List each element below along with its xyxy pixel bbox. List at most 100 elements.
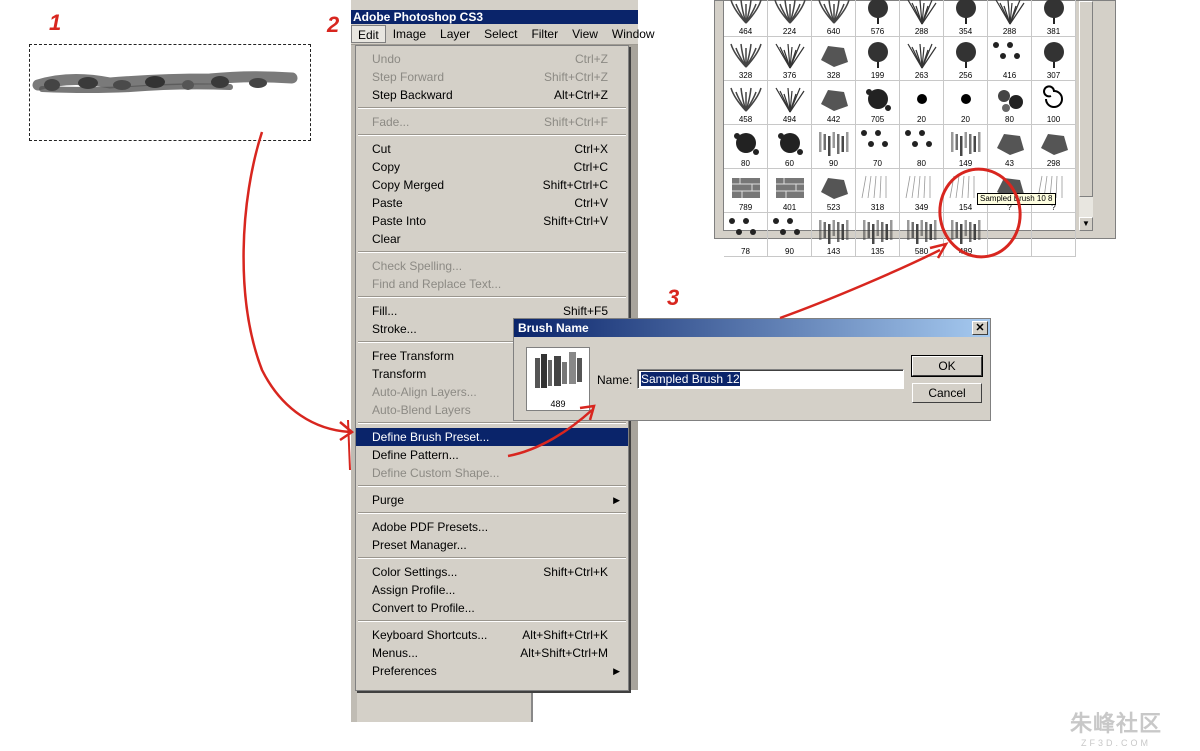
brush-preset-cell[interactable]: 458 bbox=[724, 81, 768, 125]
menu-layer[interactable]: Layer bbox=[433, 24, 477, 44]
menu-item-define-pattern[interactable]: Define Pattern... bbox=[356, 446, 628, 464]
brush-preset-cell[interactable]: 328 bbox=[812, 37, 856, 81]
brush-preset-cell[interactable]: 90 bbox=[768, 213, 812, 257]
brush-dots-icon bbox=[993, 42, 1020, 59]
menu-item-menus[interactable]: Menus... Alt+Shift+Ctrl+M bbox=[356, 644, 628, 662]
brush-preset-cell[interactable]: 135 bbox=[856, 213, 900, 257]
scrollbar[interactable]: ▼ bbox=[1079, 1, 1093, 231]
menu-item-convert-to-profile[interactable]: Convert to Profile... bbox=[356, 599, 628, 617]
brush-preset-cell[interactable]: 143 bbox=[812, 213, 856, 257]
brush-preset-cell[interactable]: 20 bbox=[944, 81, 988, 125]
menu-item-color-settings[interactable]: Color Settings... Shift+Ctrl+K bbox=[356, 563, 628, 581]
brush-rock-icon bbox=[821, 178, 848, 199]
brush-name-input[interactable]: Sampled Brush 12 bbox=[637, 369, 904, 389]
brush-preset-cell[interactable]: 442 bbox=[812, 81, 856, 125]
brush-preset-cell[interactable]: 401 bbox=[768, 169, 812, 213]
brush-preset-cell[interactable]: 580 bbox=[900, 213, 944, 257]
scrollbar-thumb[interactable] bbox=[1079, 1, 1093, 197]
menu-item-fade: Fade... Shift+Ctrl+F bbox=[356, 113, 628, 131]
brush-preset-cell[interactable]: 78 bbox=[724, 213, 768, 257]
brush-preset-cell[interactable]: 288 bbox=[988, 0, 1032, 37]
brush-size-label: 328 bbox=[826, 71, 841, 80]
brush-preset-cell[interactable]: 705 bbox=[856, 81, 900, 125]
brush-preset-cell[interactable]: 70 bbox=[856, 125, 900, 169]
menu-image[interactable]: Image bbox=[386, 24, 433, 44]
menu-select[interactable]: Select bbox=[477, 24, 524, 44]
brush-preset-cell[interactable]: 154 bbox=[944, 169, 988, 213]
brush-preset-cell[interactable]: 349 bbox=[900, 169, 944, 213]
scroll-down-arrow-icon[interactable]: ▼ bbox=[1079, 217, 1093, 231]
brush-preset-cell[interactable]: 80 bbox=[900, 125, 944, 169]
brush-preset-cell[interactable]: 307 bbox=[1032, 37, 1076, 81]
step-number-2: 2 bbox=[327, 12, 340, 37]
brush-rock-icon bbox=[997, 134, 1024, 155]
brush-preset-cell[interactable]: 224 bbox=[768, 0, 812, 37]
brush-preset-cell[interactable]: 489 bbox=[944, 213, 988, 257]
menu-item-adobe-pdf-presets[interactable]: Adobe PDF Presets... bbox=[356, 518, 628, 536]
brush-size-label: 523 bbox=[826, 203, 841, 212]
brush-preset-cell[interactable]: 263 bbox=[900, 37, 944, 81]
menu-edit[interactable]: Edit bbox=[351, 25, 386, 43]
brush-grass-icon bbox=[907, 0, 937, 25]
menu-item-step-backward[interactable]: Step Backward Alt+Ctrl+Z bbox=[356, 86, 628, 104]
brush-preset-cell[interactable]: 43 bbox=[988, 125, 1032, 169]
brush-preset-cell[interactable]: 328 bbox=[724, 37, 768, 81]
menu-filter[interactable]: Filter bbox=[524, 24, 565, 44]
menu-item-step-forward: Step Forward Shift+Ctrl+Z bbox=[356, 68, 628, 86]
brush-preset-cell[interactable]: 376 bbox=[768, 37, 812, 81]
brush-preset-cell[interactable]: 20 bbox=[900, 81, 944, 125]
brush-plant-icon bbox=[730, 0, 762, 24]
brush-preset-cell[interactable]: 90 bbox=[812, 125, 856, 169]
brush-preset-cell[interactable]: 576 bbox=[856, 0, 900, 37]
brush-preset-cell[interactable]: 789 bbox=[724, 169, 768, 213]
menu-item-copy[interactable]: Copy Ctrl+C bbox=[356, 158, 628, 176]
menu-view[interactable]: View bbox=[565, 24, 605, 44]
brush-preset-cell[interactable]: 416 bbox=[988, 37, 1032, 81]
brush-preset-cell[interactable]: 288 bbox=[900, 0, 944, 37]
brush-preset-cell[interactable]: 298 bbox=[1032, 125, 1076, 169]
brush-preset-cell[interactable]: 80 bbox=[988, 81, 1032, 125]
brush-preset-cell[interactable]: 80 bbox=[724, 125, 768, 169]
brush-preset-cell[interactable]: 464 bbox=[724, 0, 768, 37]
menu-item-label: Check Spelling... bbox=[372, 259, 463, 273]
brush-preset-cell[interactable]: 640 bbox=[812, 0, 856, 37]
brush-spatter-icon bbox=[729, 218, 756, 235]
brush-preset-cell[interactable]: 318 bbox=[856, 169, 900, 213]
cancel-button[interactable]: Cancel bbox=[912, 383, 982, 403]
brush-preset-cell[interactable]: 199 bbox=[856, 37, 900, 81]
menu-item-define-custom-shape: Define Custom Shape... bbox=[356, 464, 628, 482]
brush-preset-cell[interactable]: 100 bbox=[1032, 81, 1076, 125]
brush-preset-cell[interactable]: 60 bbox=[768, 125, 812, 169]
brush-grass-icon bbox=[775, 87, 805, 113]
menu-item-shortcut: Shift+Ctrl+V bbox=[543, 214, 608, 228]
menu-window[interactable]: Window bbox=[605, 24, 662, 44]
menu-item-purge[interactable]: Purge ▶ bbox=[356, 491, 628, 509]
ok-button[interactable]: OK bbox=[911, 355, 983, 377]
menu-item-cut[interactable]: Cut Ctrl+X bbox=[356, 140, 628, 158]
brush-plant-icon bbox=[818, 0, 850, 24]
brush-preset-cell[interactable]: ? bbox=[988, 169, 1032, 213]
brush-preset-cell[interactable]: 381 bbox=[1032, 0, 1076, 37]
menu-item-shortcut: Shift+Ctrl+C bbox=[542, 178, 608, 192]
brush-preset-cell[interactable]: 256 bbox=[944, 37, 988, 81]
menu-item-copy-merged[interactable]: Copy Merged Shift+Ctrl+C bbox=[356, 176, 628, 194]
menu-item-assign-profile[interactable]: Assign Profile... bbox=[356, 581, 628, 599]
brush-preset-cell[interactable]: 523 bbox=[812, 169, 856, 213]
menu-separator bbox=[358, 620, 626, 622]
menu-item-preset-manager[interactable]: Preset Manager... bbox=[356, 536, 628, 554]
brush-preset-cell[interactable]: ? bbox=[1032, 169, 1076, 213]
brush-preset-cell[interactable]: 149 bbox=[944, 125, 988, 169]
menu-item-shortcut: Shift+Ctrl+Z bbox=[543, 70, 608, 84]
menu-item-define-brush-preset[interactable]: Define Brush Preset... bbox=[356, 428, 628, 446]
brush-tree-icon bbox=[868, 42, 888, 68]
brush-size-label: 78 bbox=[741, 247, 750, 256]
menu-item-preferences[interactable]: Preferences ▶ bbox=[356, 662, 628, 680]
brush-preset-cell[interactable]: 354 bbox=[944, 0, 988, 37]
close-button[interactable]: ✕ bbox=[972, 321, 988, 335]
menu-item-clear[interactable]: Clear bbox=[356, 230, 628, 248]
brush-preset-cell[interactable]: 494 bbox=[768, 81, 812, 125]
brush-splat-icon bbox=[734, 133, 759, 155]
menu-item-keyboard-shortcuts[interactable]: Keyboard Shortcuts... Alt+Shift+Ctrl+K bbox=[356, 626, 628, 644]
menu-item-paste-into[interactable]: Paste Into Shift+Ctrl+V bbox=[356, 212, 628, 230]
menu-item-paste[interactable]: Paste Ctrl+V bbox=[356, 194, 628, 212]
